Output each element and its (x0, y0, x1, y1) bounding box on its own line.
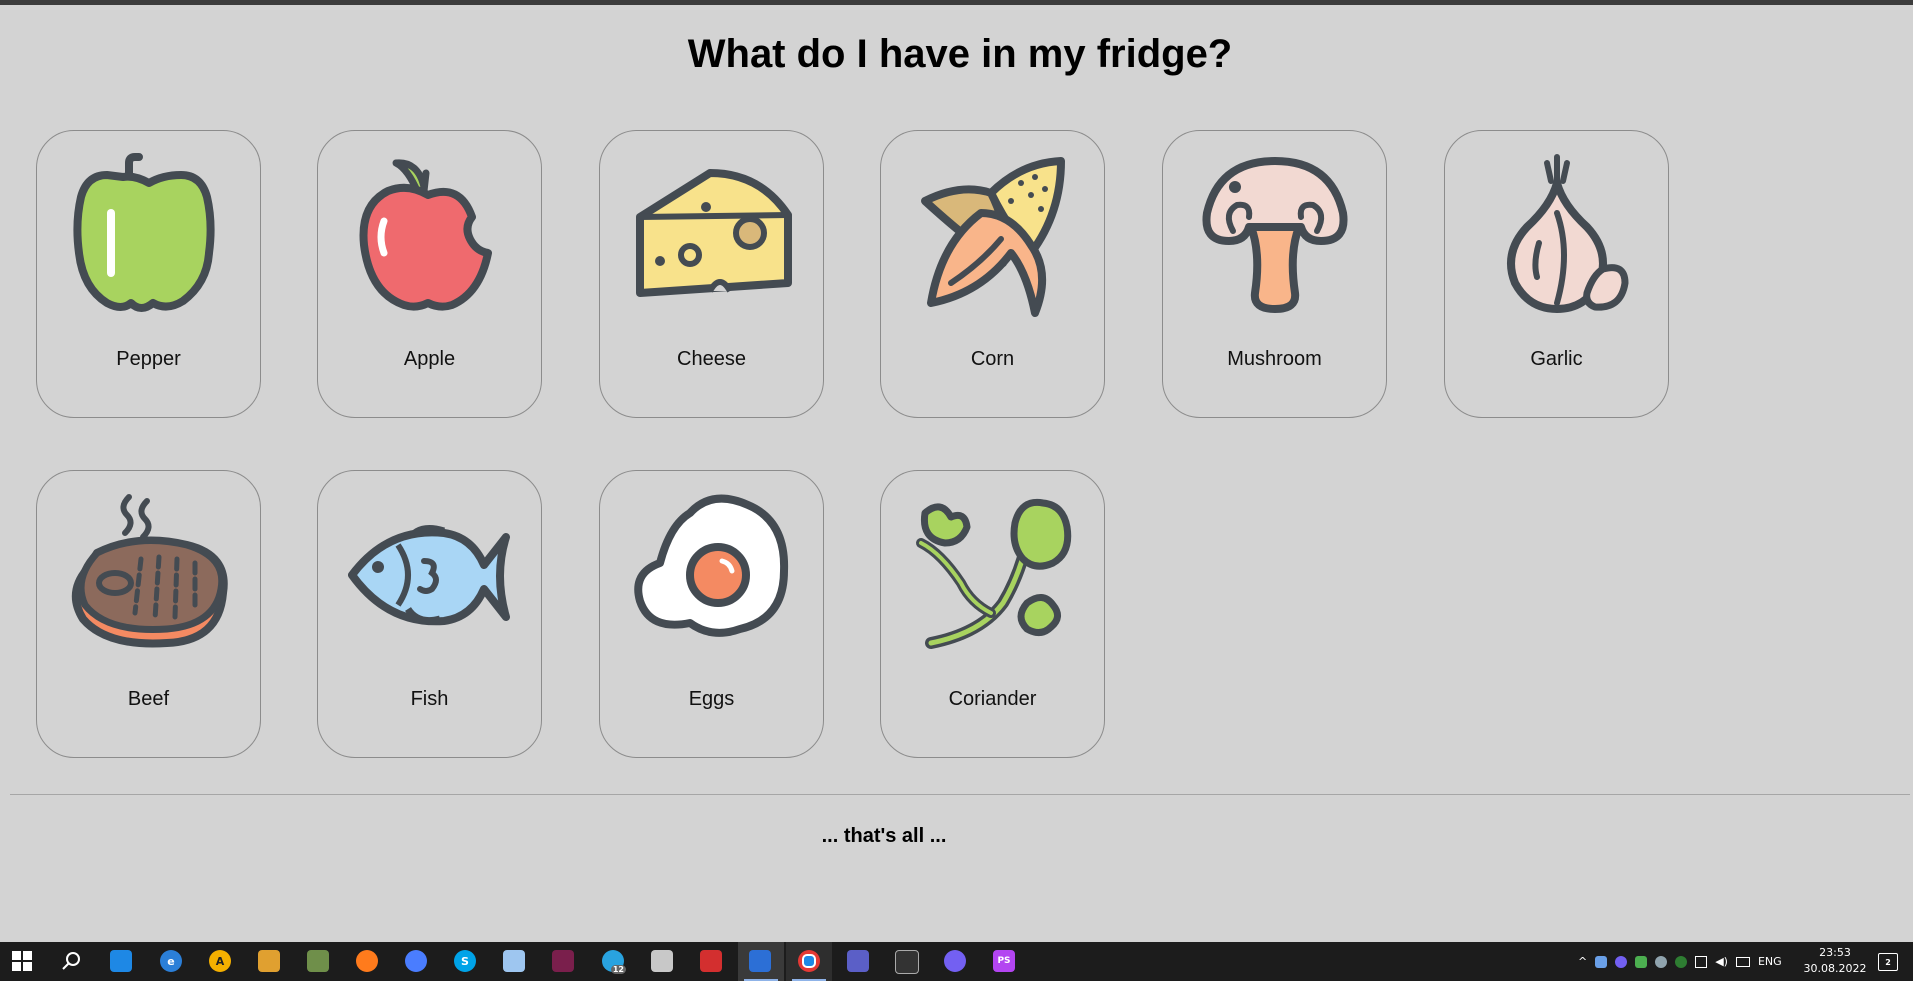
fish-icon (348, 525, 510, 626)
norton-icon[interactable]: A (209, 950, 231, 972)
food-label: Garlic (1530, 348, 1583, 370)
task-view-icon[interactable] (110, 950, 132, 972)
gimp-icon[interactable] (307, 950, 329, 972)
chrome-icon[interactable] (798, 950, 820, 972)
security-tray-icon[interactable] (1635, 955, 1648, 968)
food-label: Mushroom (1227, 348, 1322, 370)
food-card-pepper[interactable]: Pepper (36, 130, 261, 418)
food-label: Cheese (677, 348, 746, 370)
clock[interactable]: 23:53 30.08.2022 (1800, 945, 1870, 977)
food-label: Apple (403, 348, 456, 370)
pepper-icon (73, 153, 215, 312)
search-icon[interactable] (60, 950, 82, 972)
divider (10, 794, 1910, 795)
mushroom-icon (1202, 157, 1348, 313)
food-label: Fish (410, 688, 449, 710)
food-card-apple[interactable]: Apple (317, 130, 542, 418)
notepad-icon[interactable] (503, 950, 525, 972)
food-card-cheese[interactable]: Cheese (599, 130, 824, 418)
food-card-coriander[interactable]: Coriander (880, 470, 1105, 758)
skype-icon[interactable]: S (454, 950, 476, 972)
terminal-icon[interactable] (895, 950, 919, 974)
defender-tray-icon[interactable] (1675, 955, 1688, 968)
egg-icon (634, 494, 789, 637)
food-card-fish[interactable]: Fish (317, 470, 542, 758)
cheese-icon (636, 169, 792, 297)
firefox-dev-icon[interactable] (405, 950, 427, 972)
network-icon[interactable] (1695, 955, 1708, 968)
corn-icon (921, 157, 1065, 317)
telegram-badge: 12 (610, 965, 626, 974)
system-tray: ^ ◀) ENG (1578, 942, 1782, 981)
firefox-icon[interactable] (356, 950, 378, 972)
viber-tray-icon[interactable] (1615, 955, 1628, 968)
food-label: Eggs (688, 688, 735, 710)
coriander-icon (916, 498, 1072, 649)
food-card-beef[interactable]: Beef (36, 470, 261, 758)
explorer-icon[interactable] (651, 950, 673, 972)
footer-note: ... that's all ... (821, 825, 947, 847)
tray-app-icon[interactable] (1595, 955, 1608, 968)
food-card-eggs[interactable]: Eggs (599, 470, 824, 758)
notification-count: 2 (1885, 957, 1891, 967)
winrar-icon[interactable] (552, 950, 574, 972)
telegram-icon[interactable]: 12 (602, 950, 626, 974)
teams-icon[interactable] (847, 950, 869, 972)
food-card-corn[interactable]: Corn (880, 130, 1105, 418)
windows-taskbar: e A S 12 PS ^ ◀) ENG 23:53 30.08.2022 2 (0, 942, 1913, 981)
display-icon[interactable] (1735, 956, 1750, 967)
edge-icon[interactable]: e (160, 950, 182, 972)
acrobat-icon[interactable] (700, 950, 722, 972)
food-label: Pepper (116, 348, 181, 370)
clock-date: 30.08.2022 (1803, 962, 1867, 975)
clock-time: 23:53 (1819, 946, 1851, 959)
language-indicator[interactable]: ENG (1758, 955, 1782, 968)
apple-icon (359, 159, 492, 311)
media-player-icon[interactable] (749, 950, 771, 972)
page-title: What do I have in my fridge? (687, 32, 1233, 76)
food-card-garlic[interactable]: Garlic (1444, 130, 1669, 418)
cloud-tray-icon[interactable] (1655, 955, 1668, 968)
viber-icon[interactable] (944, 950, 966, 972)
food-label: Beef (127, 688, 170, 710)
garlic-icon (1507, 154, 1629, 313)
food-card-mushroom[interactable]: Mushroom (1162, 130, 1387, 418)
start-icon[interactable] (11, 950, 33, 972)
beef-icon (72, 494, 228, 648)
git-icon[interactable] (258, 950, 280, 972)
notifications-icon[interactable]: 2 (1878, 953, 1898, 971)
volume-icon[interactable]: ◀) (1715, 955, 1728, 968)
food-label: Coriander (948, 688, 1037, 710)
window-top-bar (0, 0, 1913, 5)
chevron-up-icon[interactable]: ^ (1578, 955, 1587, 968)
food-label: Corn (970, 348, 1015, 370)
phpstorm-icon[interactable]: PS (993, 950, 1015, 972)
